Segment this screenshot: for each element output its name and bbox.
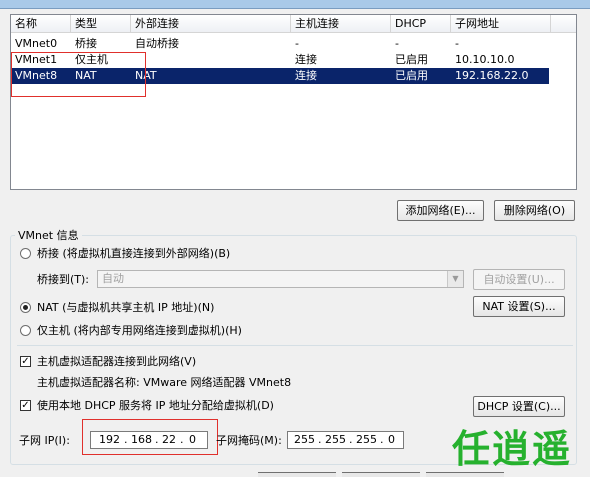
chevron-down-icon[interactable]: ▼	[447, 271, 463, 287]
cell-dhcp: 已启用	[395, 69, 428, 82]
subnet-mask-field[interactable]: 255 . 255 . 255 . 0	[287, 431, 404, 449]
cell-subnet: 10.10.10.0	[455, 53, 515, 66]
window-title-bar	[0, 0, 590, 9]
mask-octet: 255	[356, 433, 377, 446]
divider	[17, 345, 573, 346]
subnet-mask-label: 子网掩码(M):	[216, 434, 282, 447]
bridge-label: 桥接 (将虚拟机直接连接到外部网络)(B)	[37, 247, 231, 260]
highlight-box	[82, 419, 218, 455]
connect-adapter-checkbox[interactable]: ✓	[20, 356, 31, 367]
cell-subnet: 192.168.22.0	[455, 69, 529, 82]
mask-octet: 255	[294, 433, 315, 446]
mask-dot: .	[380, 433, 384, 446]
cell-dhcp: 已启用	[395, 53, 428, 66]
bridge-to-value: 自动	[102, 272, 124, 285]
host-only-label: 仅主机 (将内部专用网络连接到虚拟机)(H)	[37, 324, 242, 337]
watermark-logo: 任逍遥	[452, 426, 573, 471]
mask-octet: 0	[388, 433, 395, 446]
remove-network-button[interactable]: 删除网络(O)	[494, 200, 575, 221]
mask-dot: .	[349, 433, 353, 446]
host-only-radio[interactable]	[20, 325, 31, 336]
cell-host: 连接	[295, 53, 317, 66]
cell-host: 连接	[295, 69, 317, 82]
network-list[interactable]: 名称 类型 外部连接 主机连接 DHCP 子网地址 VMnet0 桥接 自动桥接…	[10, 14, 577, 190]
dhcp-settings-button[interactable]: DHCP 设置(C)...	[473, 396, 565, 417]
highlight-box	[11, 52, 146, 97]
column-header-dhcp[interactable]: DHCP	[391, 15, 451, 33]
column-header-external[interactable]: 外部连接	[131, 15, 291, 33]
add-network-button[interactable]: 添加网络(E)...	[397, 200, 484, 221]
column-header-subnet[interactable]: 子网地址	[451, 15, 551, 33]
bridge-to-select[interactable]: 自动 ▼	[97, 270, 464, 288]
cell-subnet: -	[455, 37, 459, 50]
nat-label: NAT (与虚拟机共享主机 IP 地址)(N)	[37, 301, 215, 314]
bridge-radio[interactable]	[20, 248, 31, 259]
subnet-ip-label: 子网 IP(I):	[19, 434, 70, 447]
dhcp-label: 使用本地 DHCP 服务将 IP 地址分配给虚拟机(D)	[37, 399, 274, 412]
nat-radio[interactable]	[20, 302, 31, 313]
cell-external: 自动桥接	[135, 37, 179, 50]
column-header-filler	[551, 15, 576, 33]
mask-octet: 255	[325, 433, 346, 446]
connect-adapter-label: 主机虚拟适配器连接到此网络(V)	[37, 355, 197, 368]
table-row[interactable]: VMnet0 桥接 自动桥接 - - -	[11, 36, 549, 52]
column-header-host[interactable]: 主机连接	[291, 15, 391, 33]
cell-host: -	[295, 37, 299, 50]
cell-dhcp: -	[395, 37, 399, 50]
cell-type: 桥接	[75, 37, 97, 50]
adapter-name-label: 主机虚拟适配器名称: VMware 网络适配器 VMnet8	[37, 376, 292, 389]
auto-settings-button[interactable]: 自动设置(U)...	[473, 269, 565, 290]
mask-dot: .	[318, 433, 322, 446]
group-title: VMnet 信息	[15, 229, 82, 242]
bridge-to-label: 桥接到(T):	[37, 273, 90, 286]
cell-name: VMnet0	[15, 37, 58, 50]
column-header-type[interactable]: 类型	[71, 15, 131, 33]
dhcp-checkbox[interactable]: ✓	[20, 400, 31, 411]
column-header-name[interactable]: 名称	[11, 15, 71, 33]
nat-settings-button[interactable]: NAT 设置(S)...	[473, 296, 565, 317]
